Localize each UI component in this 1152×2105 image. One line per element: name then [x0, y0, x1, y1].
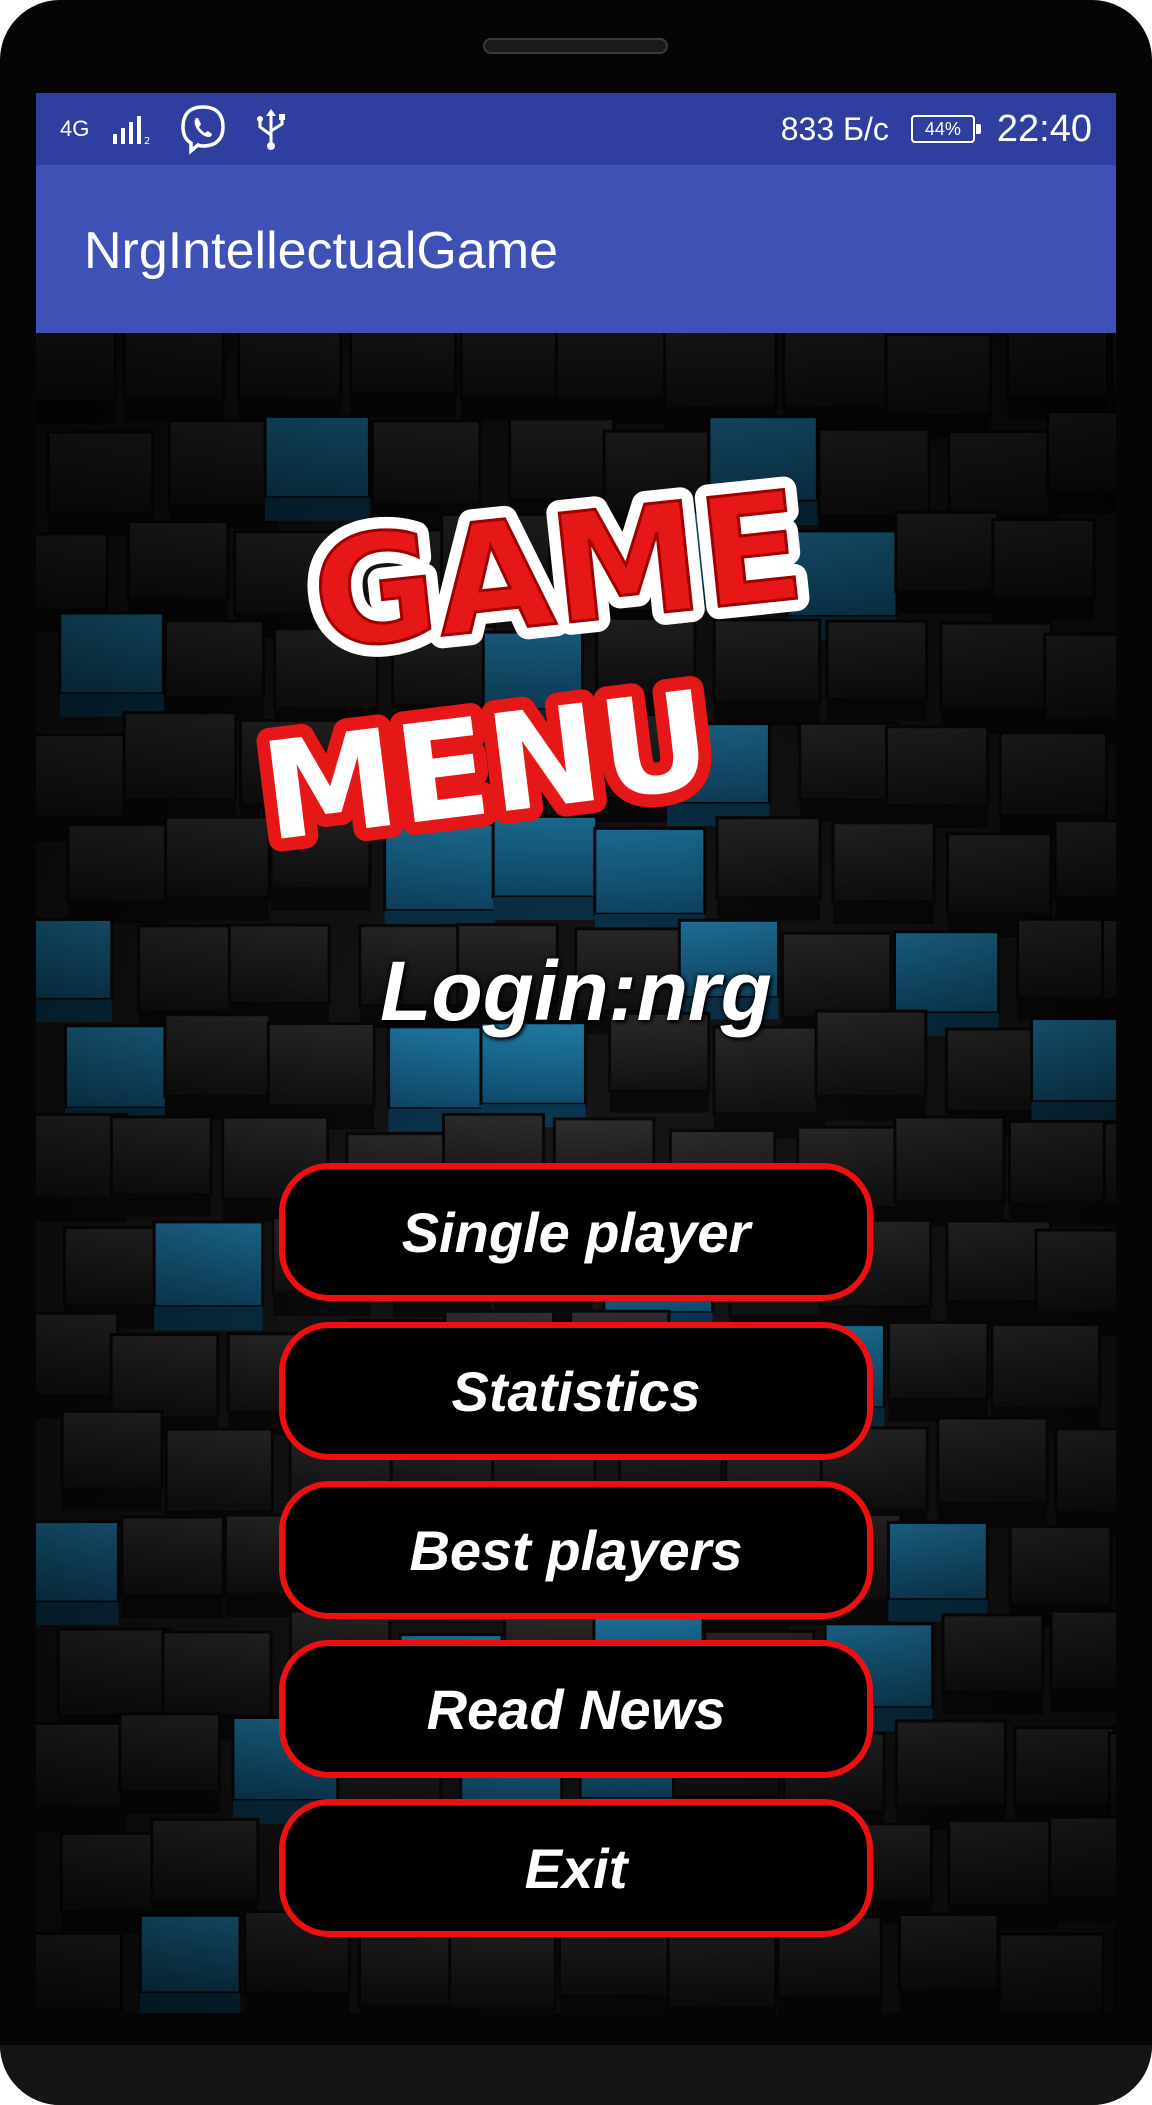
- exit-button[interactable]: Exit: [279, 1799, 873, 1937]
- battery-icon: 44%: [910, 115, 981, 143]
- device-screen: 4G 2 833 Б/с 44% 22:40 NrgIntellectualGa…: [36, 93, 1116, 2013]
- logo-game-text: GAME: [305, 460, 811, 684]
- statistics-button[interactable]: Statistics: [279, 1322, 873, 1460]
- exit-label: Exit: [524, 1836, 628, 1900]
- read-news-label: Read News: [426, 1677, 726, 1741]
- single-player-button[interactable]: Single player: [279, 1163, 873, 1301]
- phone-bottom-bezel: [0, 2045, 1152, 2105]
- status-bar: 4G 2 833 Б/с 44% 22:40: [36, 93, 1116, 165]
- viber-icon: [181, 105, 226, 155]
- main-content: GAME GAME MENU MENU Login:nrg Single pla…: [36, 333, 1116, 2013]
- login-label: Login:nrg: [380, 944, 772, 1038]
- status-left-icons: 4G 2: [60, 103, 291, 155]
- network-type-label: 4G: [60, 116, 90, 141]
- usb-icon: [257, 109, 286, 150]
- phone-frame: 4G 2 833 Б/с 44% 22:40 NrgIntellectualGa…: [0, 0, 1152, 2105]
- app-bar: NrgIntellectualGame: [36, 165, 1116, 333]
- read-news-button[interactable]: Read News: [279, 1640, 873, 1778]
- game-menu-logo: GAME GAME MENU MENU: [241, 447, 824, 853]
- app-title: NrgIntellectualGame: [84, 222, 558, 280]
- status-right-info: 833 Б/с 44% 22:40: [781, 103, 1092, 155]
- signal-bars-icon: 2: [113, 116, 151, 146]
- speaker-grille: [483, 38, 668, 54]
- single-player-label: Single player: [401, 1200, 751, 1264]
- svg-text:2: 2: [144, 136, 150, 146]
- logo-menu-text: MENU: [254, 661, 719, 853]
- network-speed: 833 Б/с: [780, 110, 889, 147]
- statistics-label: Statistics: [451, 1359, 701, 1423]
- battery-level: 44%: [924, 118, 961, 139]
- clock: 22:40: [996, 107, 1092, 150]
- best-players-label: Best players: [409, 1518, 743, 1582]
- best-players-button[interactable]: Best players: [279, 1481, 873, 1619]
